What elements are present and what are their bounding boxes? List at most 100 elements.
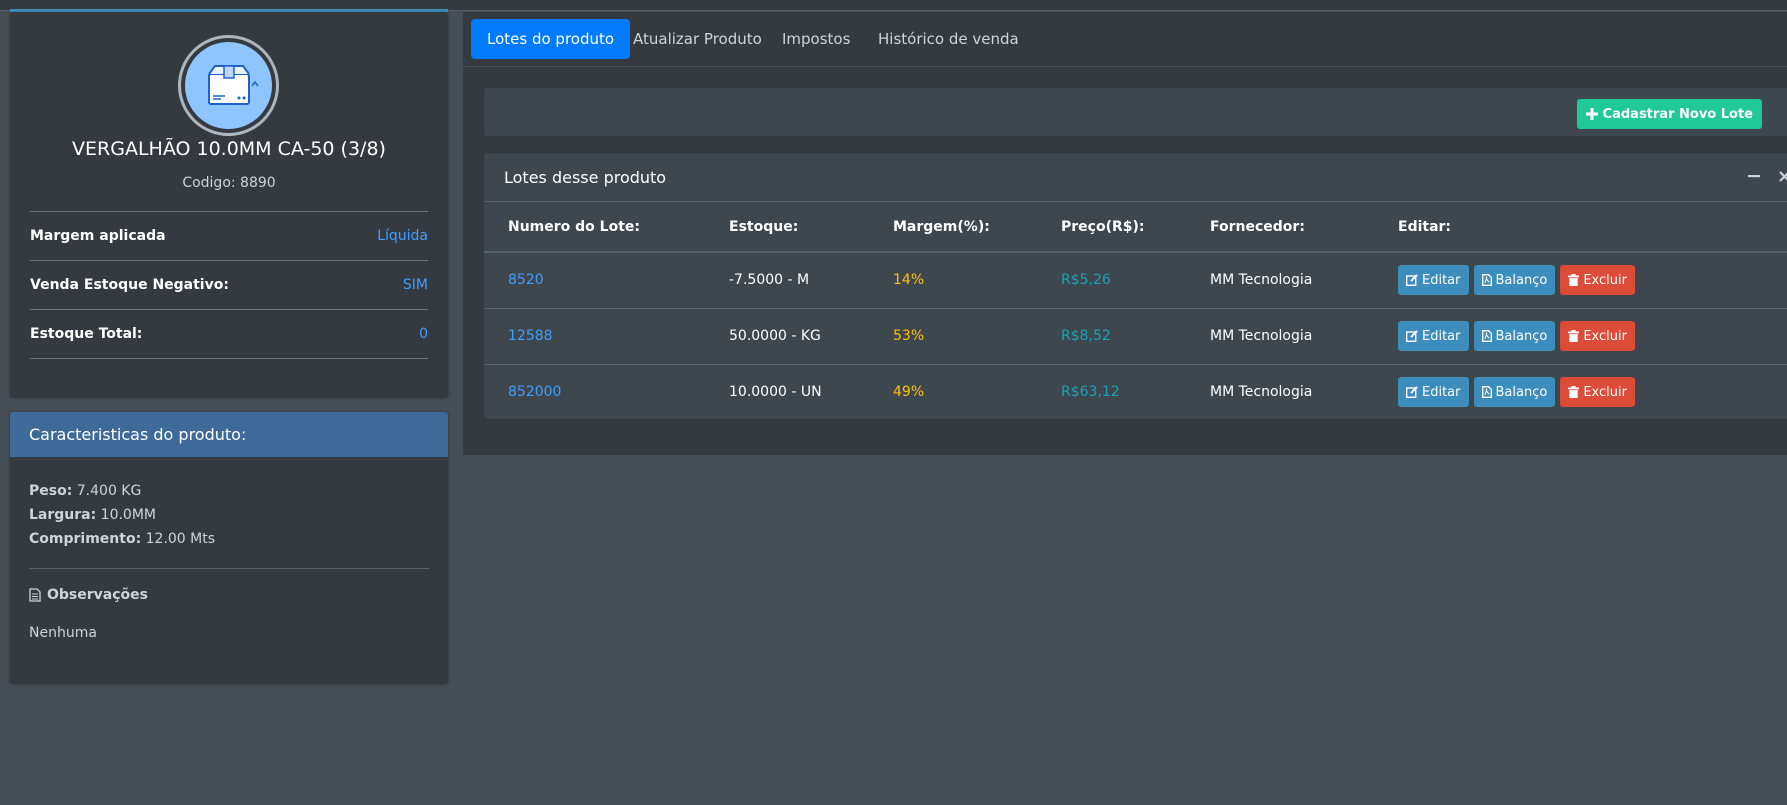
tab-atualizar-produto[interactable]: Atualizar Produto <box>617 19 778 59</box>
lote-preco: R$8,52 <box>1061 308 1210 365</box>
lote-estoque: 50.0000 - KG <box>729 308 893 365</box>
detail-label: Estoque Total: <box>30 326 143 342</box>
close-icon <box>1778 170 1787 182</box>
comprimento-value: 12.00 Mts <box>145 531 216 547</box>
lote-estoque: -7.5000 - M <box>729 252 893 309</box>
collapse-button[interactable] <box>1745 167 1763 185</box>
lote-number-link[interactable]: 852000 <box>508 384 561 400</box>
largura-label: Largura: <box>29 507 97 523</box>
comprimento-label: Comprimento: <box>29 531 142 547</box>
cadastrar-novo-lote-button[interactable]: Cadastrar Novo Lote <box>1576 99 1762 129</box>
tab-historico-de-venda[interactable]: Histórico de venda <box>862 19 1035 59</box>
trash-icon <box>1568 274 1580 287</box>
peso-line: Peso: 7.400 KG <box>29 479 429 503</box>
detail-estoque-total: Estoque Total: 0 <box>30 310 428 359</box>
column-header: Fornecedor: <box>1210 202 1398 253</box>
lote-fornecedor: MM Tecnologia <box>1210 252 1398 309</box>
detail-label: Margem aplicada <box>30 228 166 244</box>
column-header: Editar: <box>1398 202 1787 253</box>
column-header: Margem(%): <box>893 202 1061 253</box>
balanco-button[interactable]: Balanço <box>1473 321 1556 351</box>
detail-venda-negativo: Venda Estoque Negativo: SIM <box>30 261 428 310</box>
edit-label: Editar <box>1422 272 1461 288</box>
lotes-card-header: Lotes desse produto <box>484 153 1787 202</box>
edit-icon <box>1406 386 1418 399</box>
balanco-label: Balanço <box>1495 328 1548 344</box>
excluir-label: Excluir <box>1583 384 1627 400</box>
excluir-label: Excluir <box>1583 328 1627 344</box>
column-header: Estoque: <box>729 202 893 253</box>
edit-icon <box>1406 274 1418 287</box>
tab-lotes-do-produto[interactable]: Lotes do produto <box>471 19 631 59</box>
document-icon <box>29 588 41 602</box>
trash-icon <box>1568 386 1580 399</box>
lote-margem: 14% <box>893 252 1061 309</box>
trash-icon <box>1568 330 1580 342</box>
table-header-row: Numero do Lote: Estoque: Margem(%): Preç… <box>484 202 1787 253</box>
table-row: 8520 -7.5000 - M 14% R$5,26 MM Tecnologia Edi… <box>484 252 1787 309</box>
lote-number-link[interactable]: 12588 <box>508 328 553 344</box>
product-code: Codigo: 8890 <box>182 175 276 191</box>
balanco-button[interactable]: Balanço <box>1473 265 1556 296</box>
row-actions: Editar Balanço Excluir <box>1398 321 1787 351</box>
box-icon <box>207 64 259 105</box>
observacoes-title: Observações <box>47 587 148 603</box>
observacoes-heading: Observações <box>29 587 429 603</box>
excluir-button[interactable]: Excluir <box>1560 321 1635 351</box>
characteristics-card: Caracteristicas do produto: Peso: 7.400 … <box>10 412 448 683</box>
lotes-toolbar: Cadastrar Novo Lote <box>484 88 1787 136</box>
pdf-file-icon <box>1481 274 1492 287</box>
minus-icon <box>1748 175 1760 178</box>
lote-preco: R$63,12 <box>1061 384 1120 401</box>
edit-label: Editar <box>1422 328 1461 344</box>
largura-value: 10.0MM <box>100 507 157 523</box>
edit-button[interactable]: Editar <box>1398 377 1469 408</box>
product-name: VERGALHÃO 10.0MM CA-50 (3/8) <box>72 138 386 160</box>
largura-line: Largura: 10.0MM <box>29 503 429 527</box>
excluir-label: Excluir <box>1583 272 1627 288</box>
top-navbar <box>0 0 1787 12</box>
peso-label: Peso: <box>29 483 73 499</box>
balanco-button[interactable]: Balanço <box>1473 377 1556 408</box>
balanco-label: Balanço <box>1495 272 1548 288</box>
lote-preco: R$5,26 <box>1061 252 1210 309</box>
row-actions: Editar Balanço Excluir <box>1398 265 1787 296</box>
detail-value-link[interactable]: 0 <box>419 326 428 342</box>
lote-number-link[interactable]: 8520 <box>508 272 544 288</box>
row-actions: Editar Balanço Excluir <box>1398 377 1787 408</box>
main-panel: Lotes do produto Atualizar Produto Impos… <box>463 12 1787 455</box>
product-profile-card: VERGALHÃO 10.0MM CA-50 (3/8) Codigo: 889… <box>10 12 448 397</box>
tab-impostos[interactable]: Impostos <box>766 19 866 59</box>
tabs-bar: Lotes do produto Atualizar Produto Impos… <box>463 12 1787 67</box>
excluir-button[interactable]: Excluir <box>1560 265 1635 296</box>
pdf-file-icon <box>1481 386 1492 399</box>
lotes-title: Lotes desse produto <box>504 167 667 187</box>
observacoes-text: Nenhuma <box>29 625 97 641</box>
cadastrar-novo-lote-label: Cadastrar Novo Lote <box>1602 106 1753 122</box>
product-details-list: Margem aplicada Líquida Venda Estoque Ne… <box>30 211 428 359</box>
detail-value-link[interactable]: Líquida <box>377 228 428 244</box>
lotes-card: Lotes desse produto Numero do Lote: Esto… <box>484 153 1787 419</box>
detail-margem: Margem aplicada Líquida <box>30 212 428 261</box>
remove-button[interactable] <box>1775 167 1787 185</box>
peso-value: 7.400 KG <box>76 483 142 499</box>
lote-fornecedor: MM Tecnologia <box>1210 308 1398 365</box>
balanco-label: Balanço <box>1495 384 1548 400</box>
column-header: Numero do Lote: <box>484 202 729 253</box>
detail-value-link[interactable]: SIM <box>403 277 428 293</box>
lote-margem: 53% <box>893 308 1061 365</box>
divider <box>29 568 429 569</box>
lotes-table: Numero do Lote: Estoque: Margem(%): Preç… <box>484 202 1787 420</box>
excluir-button[interactable]: Excluir <box>1560 377 1635 408</box>
characteristics-title: Caracteristicas do produto: <box>10 412 448 457</box>
lote-margem: 49% <box>893 384 925 401</box>
table-row: 12588 50.0000 - KG 53% R$8,52 MM Tecnologia E… <box>484 308 1787 365</box>
lote-estoque: 10.0000 - UN <box>729 384 822 401</box>
edit-label: Editar <box>1422 384 1461 400</box>
edit-button[interactable]: Editar <box>1398 265 1469 296</box>
detail-label: Venda Estoque Negativo: <box>30 277 229 293</box>
lote-fornecedor: MM Tecnologia <box>1210 384 1313 401</box>
plus-icon <box>1585 108 1598 120</box>
edit-button[interactable]: Editar <box>1398 321 1469 351</box>
table-row: 852000 10.0000 - UN 49% R$63,12 MM Tecnologi… <box>484 364 1787 420</box>
